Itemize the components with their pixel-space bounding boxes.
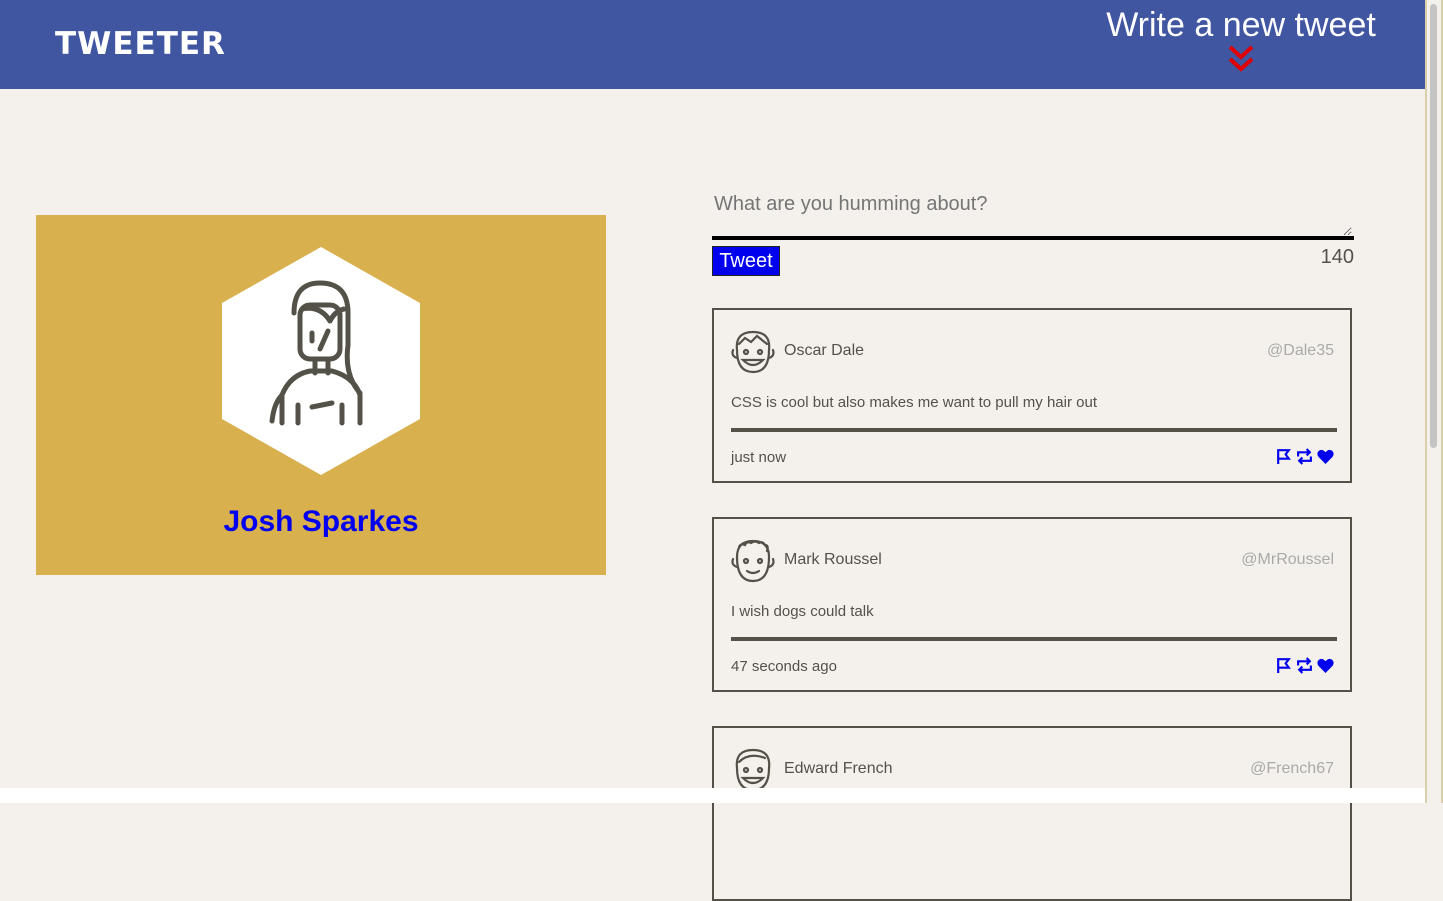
tweet-card: Edward French @French67	[712, 726, 1352, 901]
write-tweet-toggle[interactable]: Write a new tweet	[1105, 6, 1377, 75]
tweet-card: Oscar Dale @Dale35 CSS is cool but also …	[712, 308, 1352, 483]
brand-logo[interactable]: TWEETER	[55, 26, 226, 62]
tweet-author-handle[interactable]: @Dale35	[1267, 342, 1334, 360]
tweet-content: I wish dogs could talk	[731, 603, 874, 620]
tweet-timestamp: 47 seconds ago	[731, 658, 837, 675]
tweet-content: CSS is cool but also makes me want to pu…	[731, 394, 1097, 411]
composer-underline	[712, 236, 1354, 240]
retweet-icon[interactable]	[1296, 448, 1313, 465]
tweet-button[interactable]: Tweet	[712, 246, 780, 276]
char-counter: 140	[1320, 246, 1354, 268]
retweet-icon[interactable]	[1296, 657, 1313, 674]
flag-icon[interactable]	[1275, 657, 1292, 674]
flag-icon[interactable]	[1275, 448, 1292, 465]
viewport-bottom-edge	[0, 788, 1425, 803]
user-face-icon	[735, 748, 771, 792]
window-scrollbar[interactable]	[1425, 0, 1443, 803]
scrollbar-thumb[interactable]	[1430, 4, 1437, 448]
tweet-divider	[731, 428, 1337, 432]
tweet-author-handle[interactable]: @MrRoussel	[1241, 551, 1334, 569]
heart-icon[interactable]	[1317, 448, 1334, 465]
tweet-actions	[1275, 657, 1334, 674]
tweet-composer: Tweet 140	[712, 190, 1354, 276]
tweet-author-handle[interactable]: @French67	[1250, 760, 1334, 778]
write-tweet-label[interactable]: Write a new tweet	[1105, 6, 1377, 45]
tweet-author-name[interactable]: Oscar Dale	[784, 342, 864, 360]
user-face-icon	[731, 539, 775, 583]
tweet-author-name[interactable]: Mark Roussel	[784, 551, 882, 569]
heart-icon[interactable]	[1317, 657, 1334, 674]
profile-name: Josh Sparkes	[223, 505, 419, 538]
top-nav: TWEETER Write a new tweet	[0, 0, 1425, 89]
tweet-divider	[731, 637, 1337, 641]
user-face-icon	[731, 330, 775, 374]
tweet-actions	[1275, 448, 1334, 465]
profile-card: Josh Sparkes	[36, 215, 606, 575]
tweet-card: Mark Roussel @MrRoussel I wish dogs coul…	[712, 517, 1352, 692]
double-chevron-down-icon[interactable]	[1226, 45, 1256, 75]
tweet-timestamp: just now	[731, 449, 787, 466]
tweet-input[interactable]	[712, 190, 1352, 236]
tweet-author-name[interactable]: Edward French	[784, 760, 893, 778]
profile-avatar-hexagon	[222, 247, 420, 475]
